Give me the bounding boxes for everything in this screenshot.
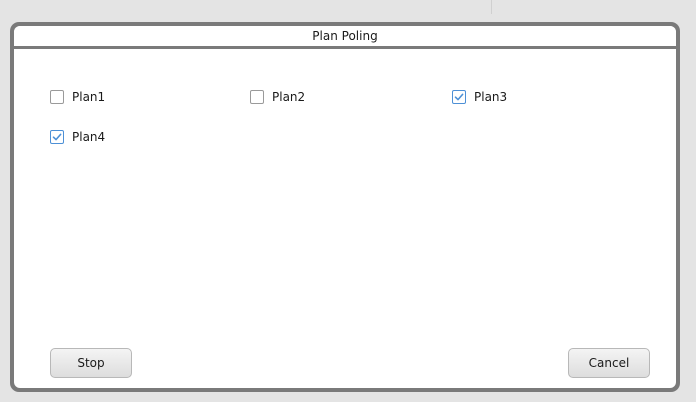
plan4-label: Plan4 — [72, 130, 106, 144]
checkmark-icon — [454, 93, 464, 101]
dialog-title: Plan Poling — [14, 26, 676, 49]
checkmark-icon — [52, 133, 62, 141]
stop-button[interactable]: Stop — [50, 348, 132, 378]
plan1-option[interactable]: Plan1 — [50, 90, 105, 104]
plan4-option[interactable]: Plan4 — [50, 130, 105, 144]
plan2-option[interactable]: Plan2 — [250, 90, 305, 104]
plan2-label: Plan2 — [272, 90, 306, 104]
plan3-option[interactable]: Plan3 — [452, 90, 507, 104]
plan1-label: Plan1 — [72, 90, 106, 104]
plan4-checkbox[interactable] — [50, 130, 64, 144]
plan2-checkbox[interactable] — [250, 90, 264, 104]
cancel-button[interactable]: Cancel — [568, 348, 650, 378]
dialog-body: Plan Poling Plan1 Plan2 Plan3 Plan4 Stop… — [14, 26, 676, 388]
background-divider — [491, 0, 492, 14]
plan3-checkbox[interactable] — [452, 90, 466, 104]
plan-poling-dialog: Plan Poling Plan1 Plan2 Plan3 Plan4 Stop… — [10, 22, 680, 392]
plan3-label: Plan3 — [474, 90, 508, 104]
plan1-checkbox[interactable] — [50, 90, 64, 104]
